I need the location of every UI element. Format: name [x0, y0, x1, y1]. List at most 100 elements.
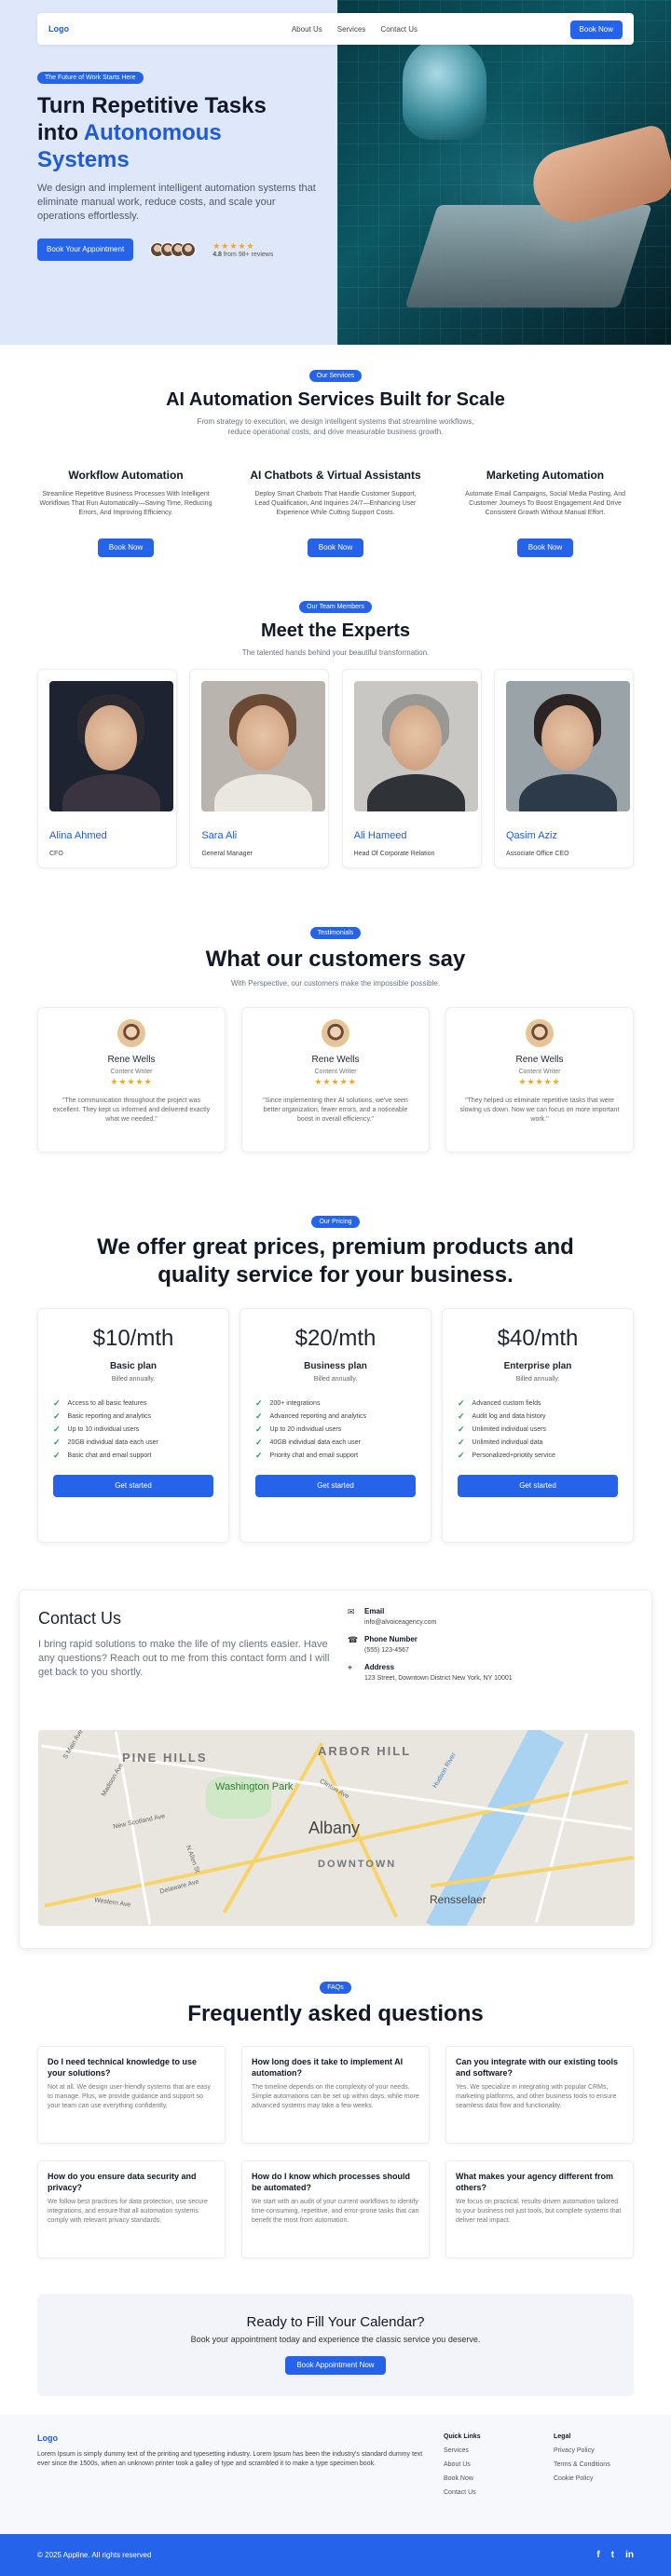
contact-lead: I bring rapid solutions to make the life… [38, 1639, 330, 1678]
location-map[interactable]: PINE HILLS ARBOR HILL Washington Park Al… [38, 1730, 635, 1926]
mail-icon: ✉ [348, 1607, 355, 1616]
facebook-icon[interactable]: f [596, 2550, 599, 2560]
top-navbar: Logo About Us Services Contact Us Book N… [37, 13, 634, 45]
contact-section: Contact Us I bring rapid solutions to ma… [0, 1589, 671, 1977]
pricing-section: Our Pricing We offer great prices, premi… [0, 1211, 671, 1589]
member-role: Associate Office CEO [505, 851, 569, 857]
contact-email: ✉ Email info@alvoiceagency.com [348, 1607, 437, 1626]
nav-link-contact[interactable]: Contact Us [380, 25, 418, 34]
copyright-text: © 2025 Appline. All rights reserved [37, 2551, 152, 2559]
faq-item[interactable]: How long does it take to implement AI au… [241, 2046, 430, 2144]
testimonials-badge: Testimonials [309, 927, 362, 939]
team-member-card: Ali Hameed Head Of Corporate Relation [341, 669, 482, 868]
service-book-now-button[interactable]: Book Now [516, 538, 574, 557]
member-name: Sara Ali [201, 830, 238, 841]
twitter-icon[interactable]: t [611, 2550, 614, 2560]
footer-link-about[interactable]: About Us [444, 2461, 481, 2468]
services-title: AI Automation Services Built for Scale [166, 389, 505, 410]
service-card: AI Chatbots & Virtual Assistants Deploy … [247, 469, 424, 557]
faq-item[interactable]: How do I know which processes should be … [241, 2160, 430, 2258]
check-icon: ✓ [458, 1451, 465, 1461]
faq-item[interactable]: Do I need technical knowledge to use you… [37, 2046, 226, 2144]
phone-icon: ☎ [348, 1635, 359, 1644]
member-role: CFO [49, 851, 63, 857]
check-icon: ✓ [53, 1424, 61, 1435]
footer-quick-links: Quick Links Services About Us Book Now C… [444, 2433, 481, 2496]
nav-book-now-button[interactable]: Book Now [569, 20, 623, 39]
team-member-card: Sara Ali General Manager [189, 669, 330, 868]
copyright-bar: © 2025 Appline. All rights reserved f t … [0, 2534, 671, 2576]
cta-title: Ready to Fill Your Calendar? [246, 2314, 425, 2330]
contact-address: ⌖ Address 123 Street, Downtown District N… [348, 1663, 513, 1682]
team-member-card: Qasim Aziz Associate Office CEO [493, 669, 634, 868]
testimonials-section: Testimonials What our customers say With… [0, 922, 671, 1211]
testimonial-card: Rene Wells Content Writer ★★★★★ "Since i… [241, 1007, 430, 1152]
footer: Logo Lorem Ipsum is simply dummy text of… [0, 2415, 671, 2534]
team-subtitle: The talented hands behind your beautiful… [241, 648, 430, 657]
member-photo [49, 681, 173, 811]
cta-text: Book your appointment today and experien… [190, 2335, 481, 2344]
get-started-button[interactable]: Get started [458, 1474, 618, 1497]
check-icon: ✓ [458, 1411, 465, 1422]
testimonial-card: Rene Wells Content Writer ★★★★★ "They he… [445, 1007, 634, 1152]
plan-card-business: $20/mth Business plan Billed annually. ✓… [240, 1308, 431, 1543]
member-name: Ali Hameed [353, 830, 407, 841]
footer-link-cookies[interactable]: Cookie Policy [554, 2475, 610, 2482]
check-icon: ✓ [255, 1424, 263, 1435]
avatar [322, 1019, 349, 1047]
footer-logo[interactable]: Logo [37, 2433, 634, 2443]
pricing-badge: Our Pricing [311, 1216, 360, 1228]
faq-item[interactable]: How do you ensure data security and priv… [37, 2160, 226, 2258]
faq-badge: FAQs [320, 1982, 351, 1994]
check-icon: ✓ [255, 1438, 263, 1448]
faq-section: FAQs Frequently asked questions Do I nee… [0, 1977, 671, 2294]
service-book-now-button[interactable]: Book Now [97, 538, 155, 557]
team-title: Meet the Experts [260, 620, 411, 641]
member-name: Alina Ahmed [49, 830, 107, 841]
member-photo [201, 681, 326, 811]
services-badge: Our Services [308, 370, 363, 382]
star-rating-icon: ★★★★★ [518, 1077, 561, 1086]
check-icon: ✓ [255, 1411, 263, 1422]
linkedin-icon[interactable]: in [625, 2550, 634, 2560]
check-icon: ✓ [458, 1438, 465, 1448]
team-section: Our Team Members Meet the Experts The ta… [0, 596, 671, 922]
service-card: Workflow Automation Streamline Repetitiv… [37, 469, 214, 557]
plan-card-basic: $10/mth Basic plan Billed annually. ✓ Acc… [37, 1308, 229, 1543]
faq-title: Frequently asked questions [187, 2001, 484, 2026]
hero-section: Logo About Us Services Contact Us Book N… [0, 0, 671, 345]
hero-rating: ★★★★★ 4.8 from 98+ reviews [212, 241, 274, 258]
hero-title: Turn Repetitive Tasks into Autonomous Sy… [37, 93, 267, 172]
service-card: Marketing Automation Automate Email Camp… [457, 469, 634, 557]
nav-link-services[interactable]: Services [337, 25, 366, 34]
footer-link-contact[interactable]: Contact Us [444, 2489, 481, 2496]
logo[interactable]: Logo [48, 24, 69, 34]
footer-link-book[interactable]: Book Now [444, 2475, 481, 2482]
nav-link-about[interactable]: About Us [292, 25, 322, 34]
footer-legal-links: Legal Privacy Policy Terms & Conditions … [554, 2433, 610, 2482]
star-rating-icon: ★★★★★ [212, 241, 255, 251]
testimonials-title: What our customers say [205, 947, 466, 972]
contact-title: Contact Us [38, 1609, 122, 1628]
contact-phone: ☎ Phone Number (555) 123-4567 [348, 1635, 418, 1654]
avatar [117, 1019, 145, 1047]
book-appointment-button[interactable]: Book Your Appointment [37, 239, 134, 261]
check-icon: ✓ [255, 1451, 263, 1461]
check-icon: ✓ [53, 1451, 61, 1461]
member-role: General Manager [201, 851, 253, 857]
cta-section: Ready to Fill Your Calendar? Book your a… [0, 2294, 671, 2415]
member-photo [505, 681, 630, 811]
footer-link-privacy[interactable]: Privacy Policy [554, 2447, 610, 2454]
footer-link-terms[interactable]: Terms & Conditions [554, 2461, 610, 2468]
footer-link-services[interactable]: Services [444, 2447, 481, 2454]
get-started-button[interactable]: Get started [255, 1474, 416, 1497]
team-member-card: Alina Ahmed CFO [37, 669, 177, 868]
faq-item[interactable]: Can you integrate with our existing tool… [445, 2046, 634, 2144]
check-icon: ✓ [53, 1438, 61, 1448]
member-role: Head Of Corporate Relation [353, 851, 435, 857]
book-appointment-now-button[interactable]: Book Appointment Now [285, 2356, 386, 2375]
reviewer-avatars [150, 242, 197, 257]
faq-item[interactable]: What makes your agency different from ot… [445, 2160, 634, 2258]
service-book-now-button[interactable]: Book Now [307, 538, 364, 557]
get-started-button[interactable]: Get started [53, 1474, 213, 1497]
